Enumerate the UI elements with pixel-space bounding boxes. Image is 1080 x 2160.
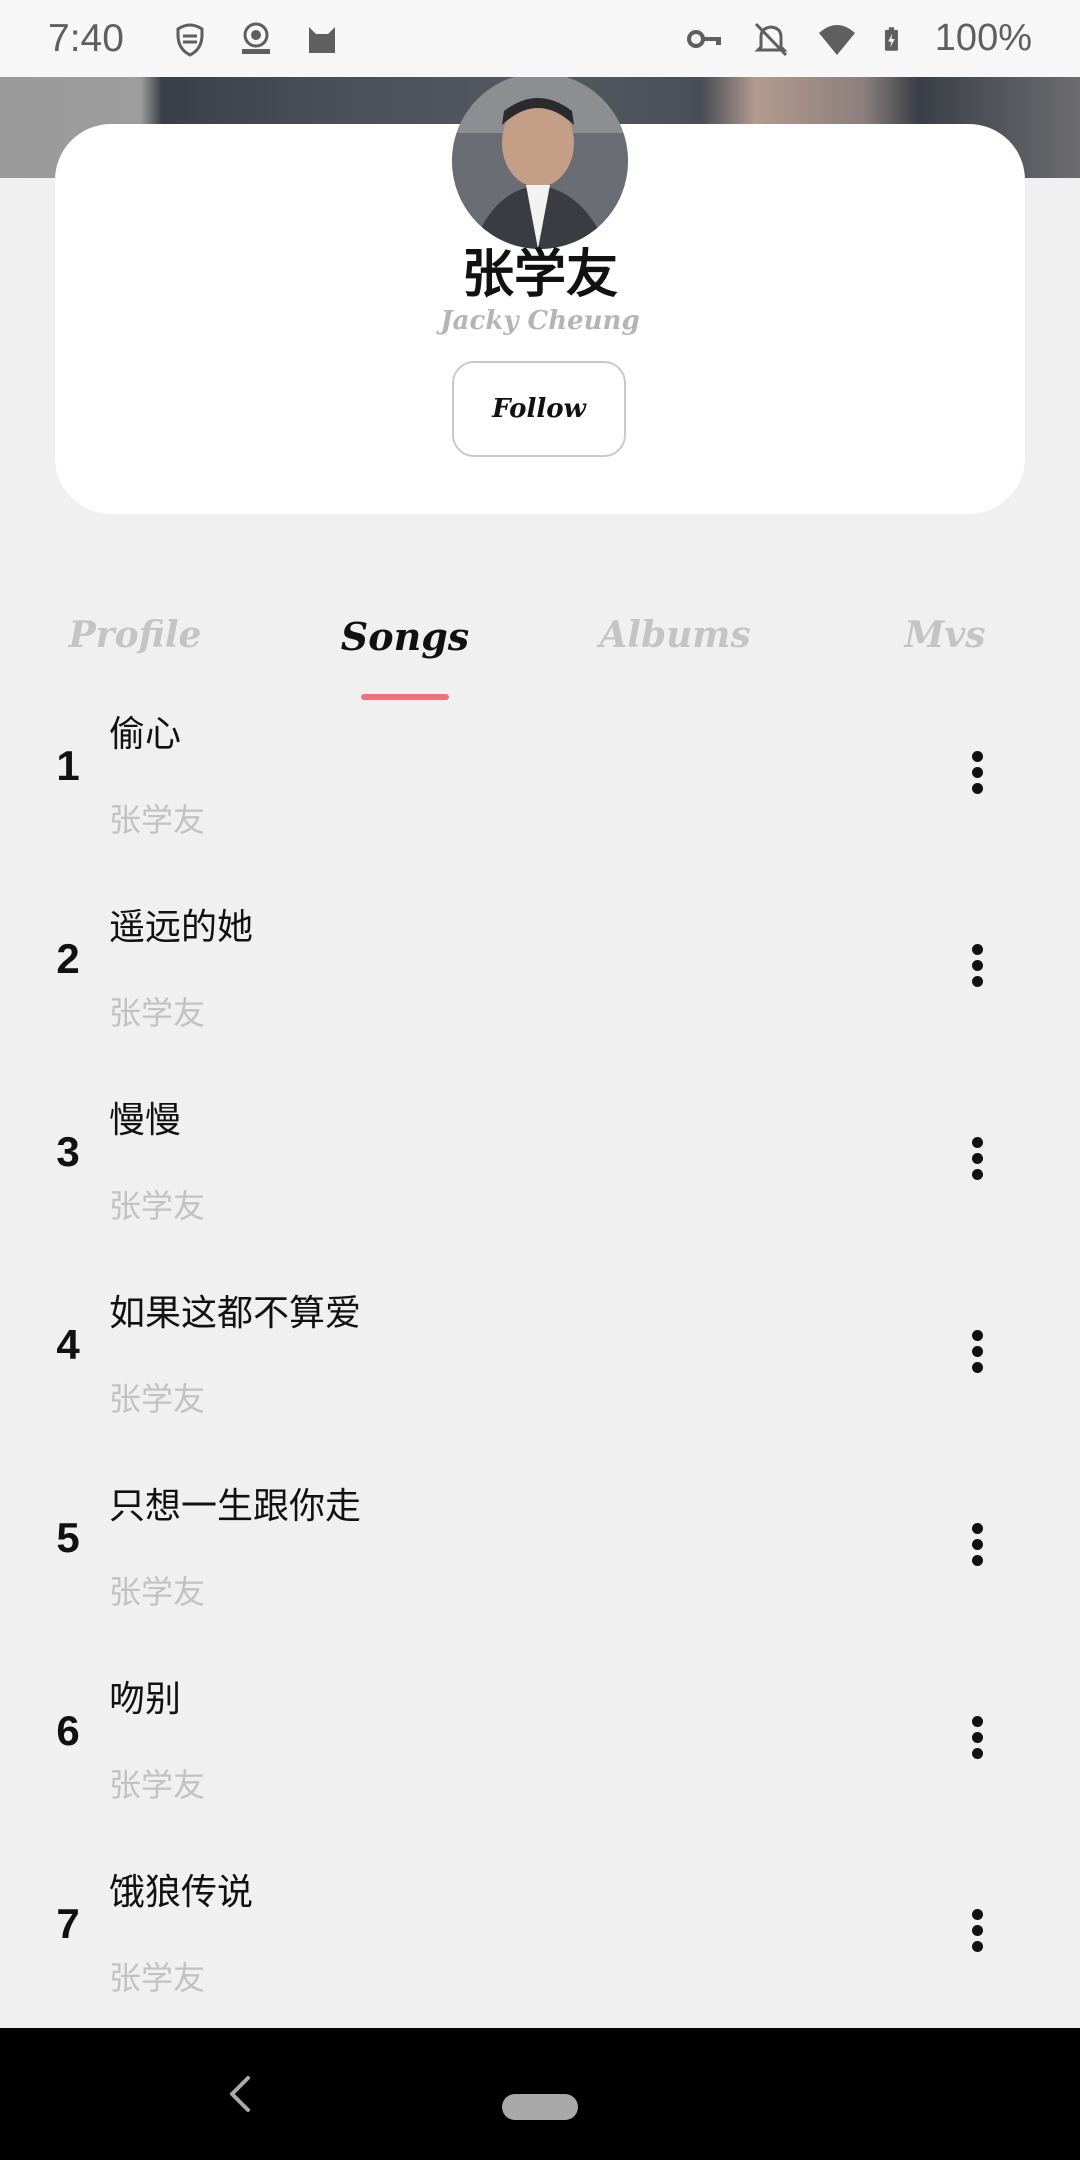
artist-name: 张学友 <box>461 245 618 305</box>
song-index: 5 <box>56 1514 80 1561</box>
tab-profile[interactable]: Profile <box>35 614 235 656</box>
song-artist: 张学友 <box>109 994 206 1032</box>
song-list: 1 偷心 张学友 2 遥远的她 张学友 3 慢慢 张学友 4 如果这都不算爱 张… <box>0 703 1080 2054</box>
song-title: 饿狼传说 <box>109 1872 254 1913</box>
more-options-icon[interactable] <box>952 1514 1002 1574</box>
song-index: 3 <box>56 1128 80 1175</box>
song-index: 6 <box>56 1707 80 1754</box>
song-row[interactable]: 1 偷心 张学友 <box>0 703 1080 896</box>
system-nav-bar <box>0 2028 1080 2160</box>
wifi-icon <box>818 24 855 55</box>
battery-percent: 100% <box>934 17 1032 59</box>
song-title: 遥远的她 <box>109 907 254 948</box>
tab-songs[interactable]: Songs <box>305 614 505 659</box>
song-row[interactable]: 6 吻别 张学友 <box>0 1668 1080 1861</box>
back-icon[interactable] <box>222 2072 258 2116</box>
status-time: 7:40 <box>48 16 124 60</box>
follow-button[interactable]: Follow <box>452 361 626 457</box>
artist-avatar[interactable] <box>452 73 628 249</box>
cat-app-icon <box>308 26 335 53</box>
artist-english-name: Jacky Cheung <box>440 306 640 336</box>
song-index: 2 <box>56 935 80 982</box>
qr-app-icon <box>241 22 270 54</box>
song-title: 吻别 <box>109 1679 182 1720</box>
song-artist: 张学友 <box>109 1959 206 1997</box>
more-options-icon[interactable] <box>952 1707 1002 1767</box>
song-index: 4 <box>56 1321 80 1368</box>
notifications-off-icon <box>754 22 788 56</box>
vpn-key-icon <box>686 29 721 48</box>
song-artist: 张学友 <box>109 1766 206 1804</box>
home-pill-icon[interactable] <box>502 2094 578 2120</box>
song-artist: 张学友 <box>109 1573 206 1611</box>
guard-icon <box>176 23 204 57</box>
song-index: 1 <box>56 742 80 789</box>
song-index: 7 <box>56 1900 80 1947</box>
song-row[interactable]: 3 慢慢 张学友 <box>0 1089 1080 1282</box>
more-options-icon[interactable] <box>952 1128 1002 1188</box>
song-row[interactable]: 2 遥远的她 张学友 <box>0 896 1080 1089</box>
song-title: 只想一生跟你走 <box>109 1486 362 1527</box>
more-options-icon[interactable] <box>952 935 1002 995</box>
song-title: 如果这都不算爱 <box>109 1293 362 1334</box>
active-tab-indicator <box>361 694 449 700</box>
song-row[interactable]: 7 饿狼传说 张学友 <box>0 1861 1080 2054</box>
more-options-icon[interactable] <box>952 1321 1002 1381</box>
song-artist: 张学友 <box>109 801 206 839</box>
tab-mvs[interactable]: Mvs <box>845 614 1045 656</box>
song-row[interactable]: 4 如果这都不算爱 张学友 <box>0 1282 1080 1475</box>
tab-albums[interactable]: Albums <box>575 614 775 656</box>
song-artist: 张学友 <box>109 1380 206 1418</box>
status-notification-icons <box>170 19 342 59</box>
battery-charging-icon <box>884 26 898 51</box>
song-title: 慢慢 <box>109 1100 182 1141</box>
song-artist: 张学友 <box>109 1187 206 1225</box>
more-options-icon[interactable] <box>952 1900 1002 1960</box>
more-options-icon[interactable] <box>952 742 1002 802</box>
status-bar: 7:40 100% <box>0 0 1080 77</box>
song-row[interactable]: 5 只想一生跟你走 张学友 <box>0 1475 1080 1668</box>
status-system-icons: 100% <box>685 17 1032 60</box>
song-title: 偷心 <box>109 714 182 755</box>
artist-tabs: Profile Songs Albums Mvs <box>0 600 1080 700</box>
